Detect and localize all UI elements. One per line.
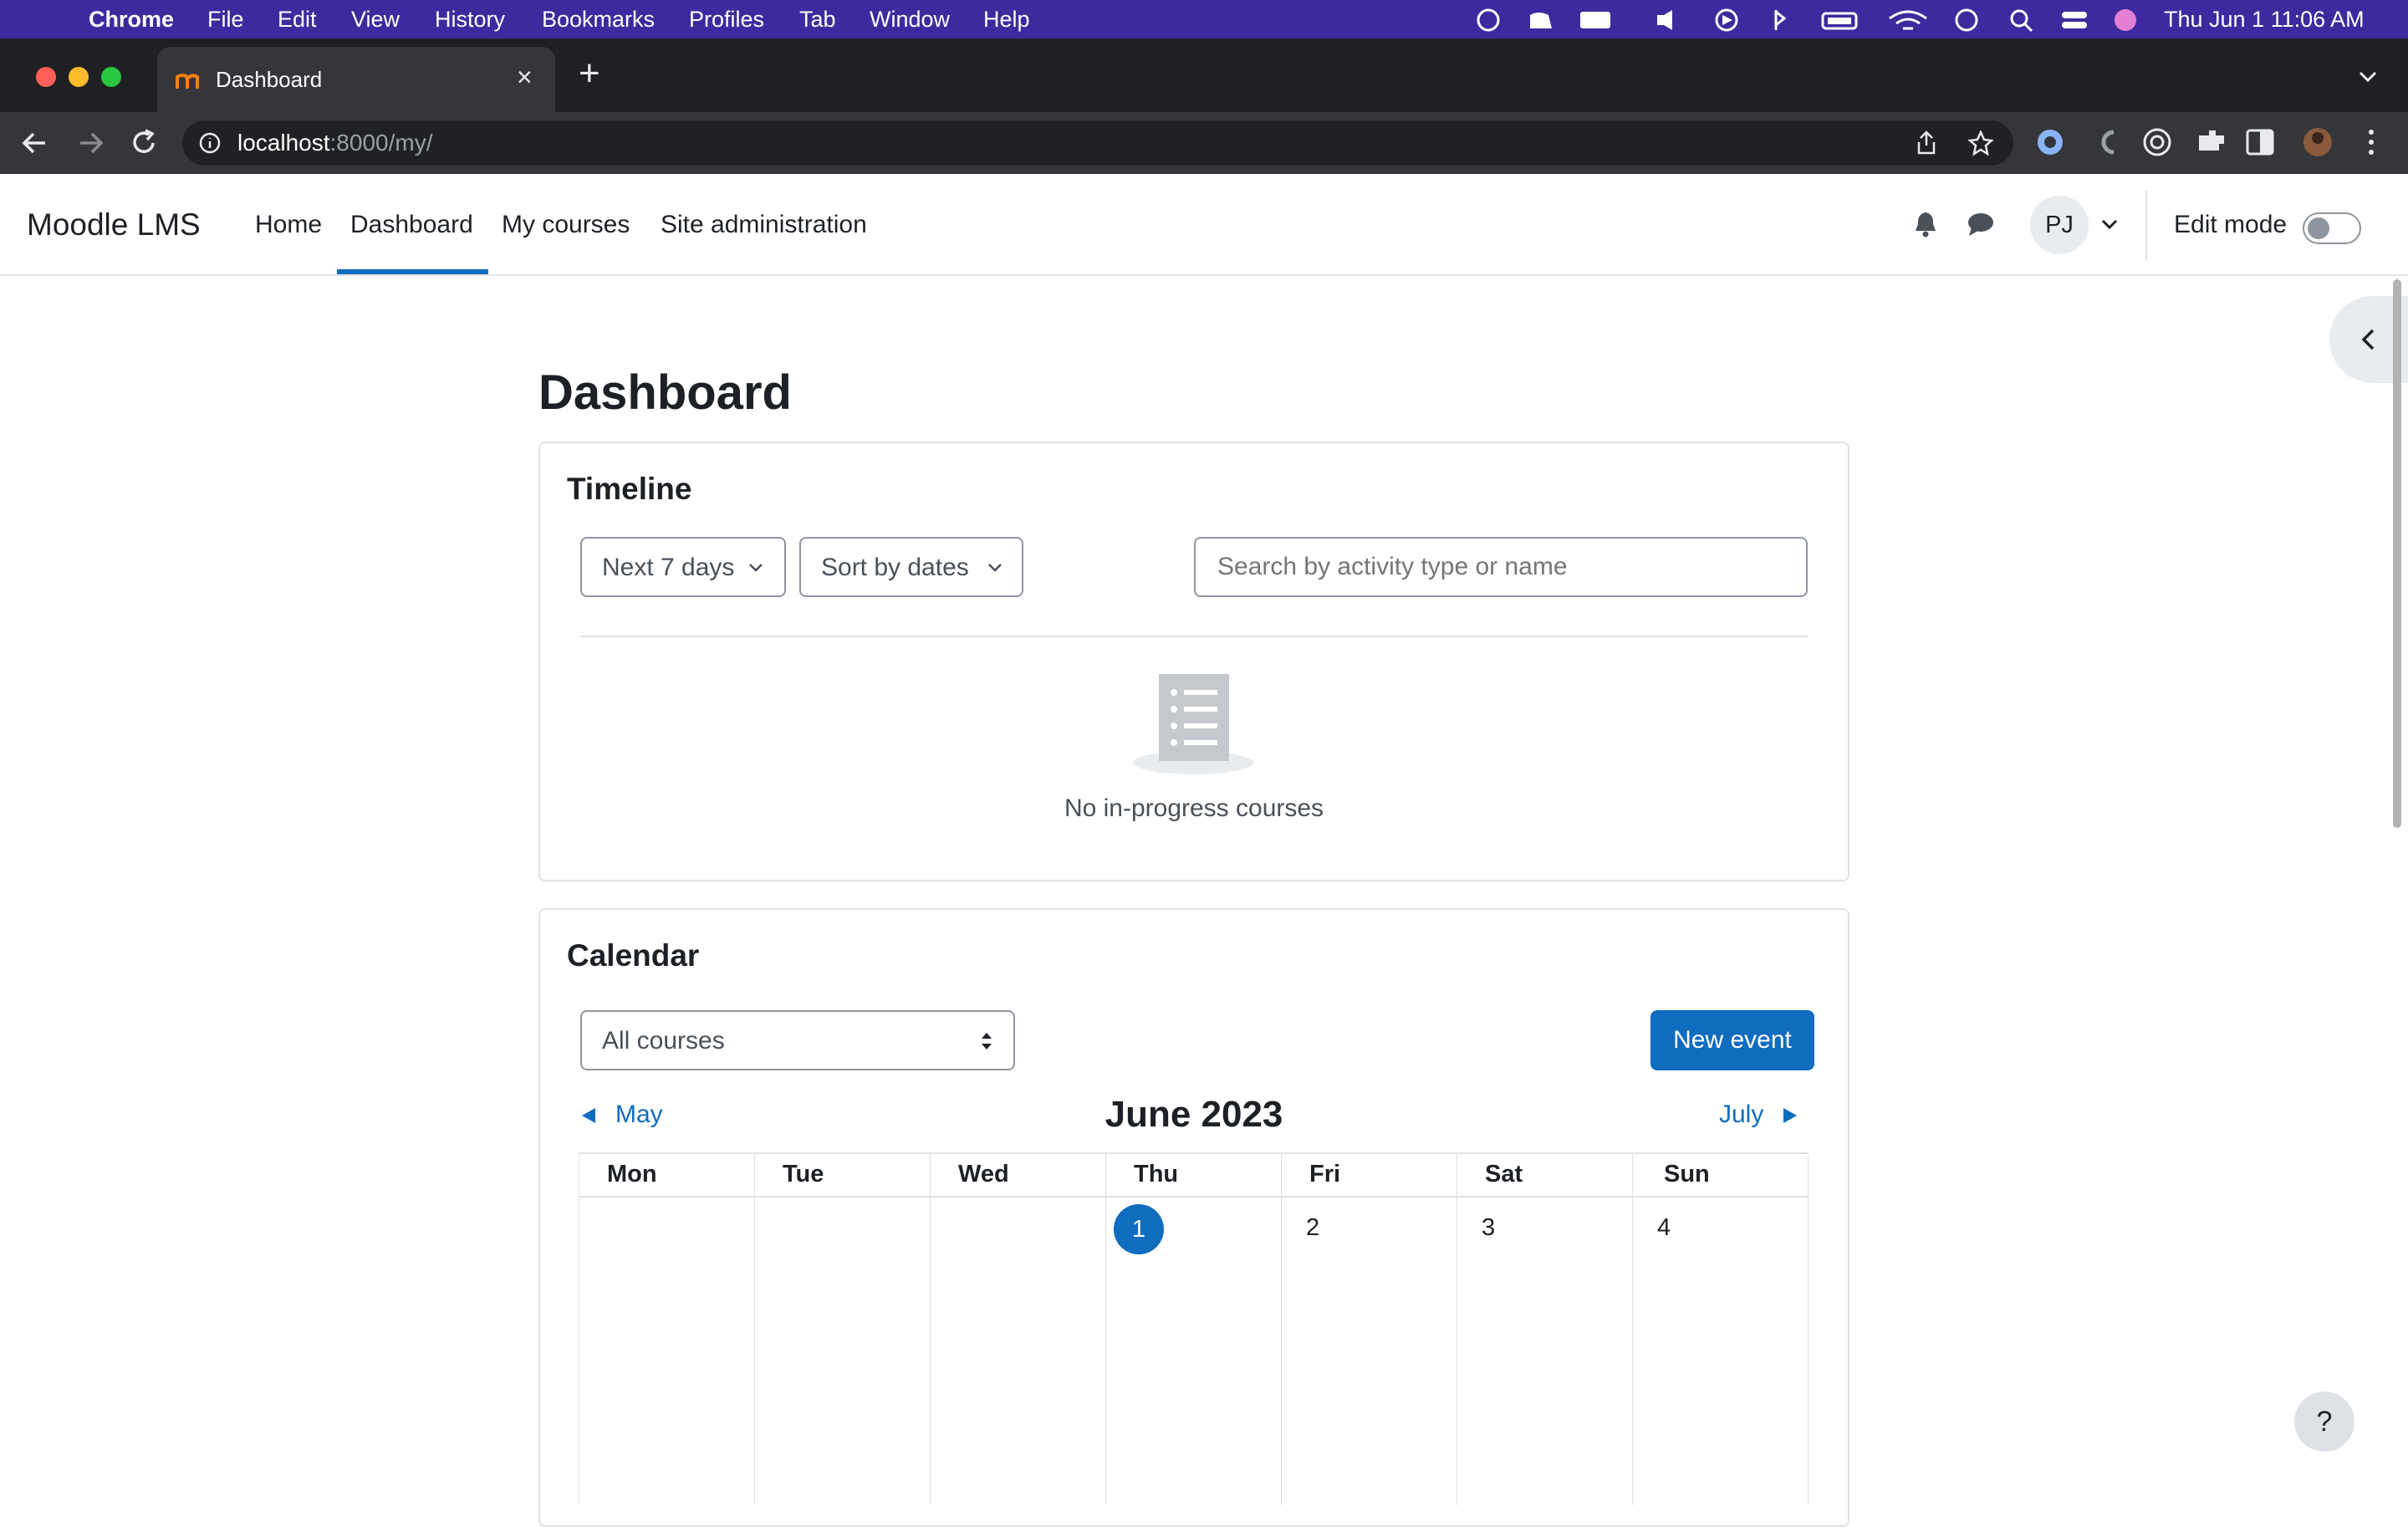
next-month-label: July: [1719, 1101, 1764, 1128]
calendar-col-line: [1808, 1154, 1809, 1505]
weekday-tue: Tue: [783, 1161, 824, 1187]
weekday-fri: Fri: [1309, 1161, 1341, 1187]
calendar-col-line: [1105, 1154, 1106, 1505]
nav-site-administration[interactable]: Site administration: [661, 211, 867, 239]
forward-arrow-icon[interactable]: [77, 130, 104, 156]
reload-icon[interactable]: [130, 129, 157, 157]
url-text: localhost:8000/my/: [237, 130, 432, 156]
chevron-down-icon: [749, 564, 763, 572]
calendar-prev-month-link[interactable]: May: [579, 1101, 663, 1129]
back-arrow-icon[interactable]: [22, 130, 48, 156]
window-zoom-button[interactable]: [101, 67, 121, 87]
tab-search-chevron-icon[interactable]: [2358, 70, 2378, 84]
calendar-col-line: [1281, 1154, 1282, 1505]
url-path: :8000/my/: [329, 130, 433, 156]
timeline-sort-label: Sort by dates: [821, 554, 969, 581]
url-host: localhost: [237, 130, 330, 156]
weekday-thu: Thu: [1134, 1161, 1179, 1187]
calendar-day[interactable]: 3: [1482, 1214, 1495, 1242]
timeline-empty-text: No in-progress courses: [1064, 794, 1324, 822]
site-info-icon[interactable]: [199, 132, 221, 154]
calendar-day[interactable]: 4: [1657, 1214, 1671, 1242]
calendar-grid-top: [579, 1152, 1808, 1154]
menu-edit[interactable]: Edit: [278, 7, 317, 33]
browser-tab-active[interactable]: Dashboard ×: [157, 47, 555, 112]
user-avatar[interactable]: PJ: [2030, 196, 2089, 254]
calendar-day[interactable]: 2: [1306, 1214, 1319, 1242]
site-brand[interactable]: Moodle LMS: [27, 207, 201, 243]
window-minimize-button[interactable]: [69, 67, 89, 87]
nav-dashboard[interactable]: Dashboard: [350, 211, 473, 239]
calendar-col-line: [1632, 1154, 1633, 1505]
menu-history[interactable]: History: [435, 7, 505, 33]
menu-help[interactable]: Help: [983, 7, 1030, 33]
caret-left-icon: [582, 1108, 595, 1124]
weekday-sat: Sat: [1485, 1161, 1523, 1187]
new-tab-button[interactable]: +: [579, 55, 600, 92]
tab-close-icon[interactable]: ×: [517, 62, 533, 93]
calendar-title: Calendar: [567, 938, 700, 973]
macos-menubar: Chrome File Edit View History Bookmarks …: [0, 0, 2408, 38]
timeline-sort-dropdown[interactable]: Sort by dates: [799, 537, 1023, 597]
menu-file[interactable]: File: [207, 7, 244, 33]
timeline-divider: [580, 636, 1808, 637]
timeline-title: Timeline: [567, 472, 692, 506]
notifications-bell-icon[interactable]: [1913, 211, 1938, 237]
calendar-header-divider: [579, 1196, 1808, 1198]
calendar-month-title: June 2023: [1105, 1094, 1283, 1135]
page-scrollbar-thumb[interactable]: [2393, 279, 2401, 828]
messages-icon[interactable]: [1967, 211, 1995, 237]
caret-right-icon: [1783, 1108, 1798, 1124]
new-event-button[interactable]: New event: [1650, 1010, 1814, 1070]
user-menu-chevron-icon[interactable]: [2100, 217, 2119, 231]
weekday-sun: Sun: [1664, 1161, 1710, 1187]
calendar-col-line: [754, 1154, 755, 1505]
address-bar[interactable]: localhost:8000/my/: [182, 120, 2013, 166]
calendar-day-today[interactable]: 1: [1114, 1204, 1164, 1254]
window-close-button[interactable]: [36, 67, 56, 87]
calendar-course-select[interactable]: All courses: [580, 1010, 1015, 1070]
bookmark-star-icon[interactable]: [1968, 130, 1993, 156]
nav-home[interactable]: Home: [255, 211, 322, 239]
calendar-col-line: [930, 1154, 931, 1505]
timeline-range-dropdown[interactable]: Next 7 days: [580, 537, 786, 597]
calendar-course-select-value: All courses: [602, 1027, 725, 1055]
extension-icons[interactable]: [2032, 125, 2383, 159]
select-updown-icon: [982, 1033, 992, 1049]
edit-mode-toggle[interactable]: [2303, 212, 2361, 244]
chevron-down-icon: [988, 564, 1002, 572]
menu-view[interactable]: View: [351, 7, 400, 33]
menu-window[interactable]: Window: [870, 7, 950, 33]
tab-title: Dashboard: [216, 67, 323, 92]
weekday-wed: Wed: [958, 1161, 1009, 1187]
nav-my-courses[interactable]: My courses: [502, 211, 630, 239]
calendar-card: [538, 908, 1849, 1527]
calendar-next-month-link[interactable]: July: [1719, 1101, 1800, 1129]
chevron-left-icon: [2361, 329, 2375, 350]
menu-bookmarks[interactable]: Bookmarks: [542, 7, 655, 33]
header-divider: [2145, 191, 2147, 261]
nav-active-indicator: [337, 269, 488, 274]
page-title: Dashboard: [538, 365, 792, 420]
menu-tab[interactable]: Tab: [799, 7, 836, 33]
timeline-range-label: Next 7 days: [602, 554, 735, 581]
menu-profiles[interactable]: Profiles: [689, 7, 764, 33]
share-icon[interactable]: [1915, 130, 1938, 156]
help-button[interactable]: ?: [2294, 1392, 2354, 1452]
prev-month-label: May: [615, 1101, 663, 1128]
edit-mode-label: Edit mode: [2174, 211, 2288, 238]
moodle-favicon-icon: [176, 74, 199, 89]
menubar-clock: Thu Jun 1 11:06 AM: [2164, 7, 2365, 32]
weekday-mon: Mon: [607, 1161, 657, 1187]
timeline-search-input[interactable]: [1194, 537, 1808, 597]
menubar-app-name[interactable]: Chrome: [89, 7, 174, 33]
toggle-knob: [2308, 217, 2329, 239]
browser-tab-strip: Dashboard × +: [0, 38, 2408, 112]
empty-list-icon: [1133, 674, 1253, 774]
